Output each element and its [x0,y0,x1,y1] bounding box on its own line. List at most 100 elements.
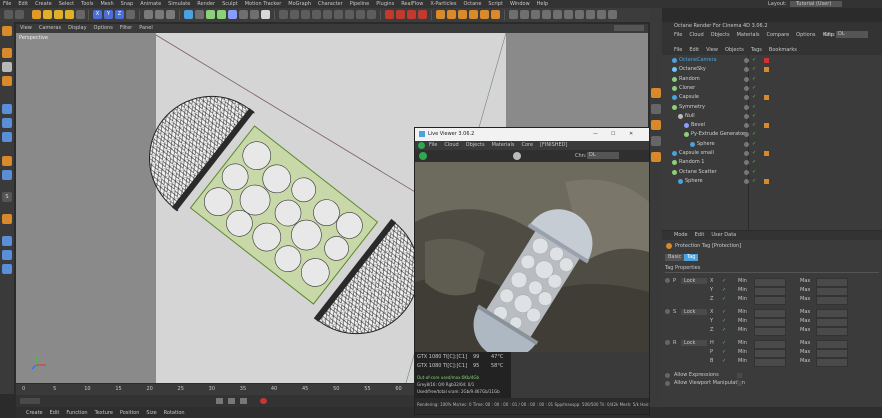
octane-menu-item-4[interactable]: Compare [766,31,789,39]
visibility-dot[interactable] [744,160,749,166]
cube-icon[interactable] [184,10,193,19]
realflow-icon[interactable] [436,10,445,19]
tool-icon[interactable] [597,10,606,19]
realflow-mesh-icon[interactable] [469,10,478,19]
polygons-mode-icon[interactable] [2,132,12,142]
object-tag-icon[interactable] [764,160,769,165]
tool-icon[interactable] [520,10,529,19]
object-name[interactable]: Octane Scatter [679,168,717,177]
main-menu-item-1[interactable]: Edit [18,0,28,8]
viewport-menu-item-3[interactable]: Options [94,24,113,32]
viewport-menu-item-0[interactable]: View [20,24,32,32]
octane-live-viewer-icon[interactable] [279,10,288,19]
max-field[interactable] [816,327,848,336]
snap-icon[interactable]: S [2,192,12,202]
object-name[interactable]: Capsule small [679,149,714,158]
octane-fog-icon[interactable] [367,10,376,19]
visibility-dot[interactable] [744,178,749,184]
octane-menu-item-3[interactable]: Materials [737,31,760,39]
live-viewer-menu-item-3[interactable]: Materials [492,141,515,149]
axis-check-icon[interactable]: ✓ [722,277,726,286]
object-row[interactable]: Cloner ✓ [666,84,881,93]
visibility-dot[interactable] [744,67,749,73]
octane-object-icon[interactable] [345,10,354,19]
enabled-check-icon[interactable]: ✓ [752,130,757,137]
tool-icon[interactable] [608,10,617,19]
object-tag-icon[interactable] [764,105,769,110]
xp-system-icon[interactable] [418,10,427,19]
lock-workplane-icon[interactable] [2,214,12,224]
realflow-daemon-icon[interactable] [480,10,489,19]
visibility-dot[interactable] [744,58,749,63]
attribute-menu-item-1[interactable]: Edit [695,231,705,239]
main-menu-item-13[interactable]: Character [318,0,343,8]
enabled-check-icon[interactable]: ✓ [752,56,757,63]
frame-field[interactable] [20,398,40,404]
checkbox-box[interactable] [737,381,742,386]
render-view-icon[interactable] [144,10,153,19]
enabled-check-icon[interactable]: ✓ [752,177,757,184]
main-menu-item-10[interactable]: Sculpt [222,0,238,8]
main-menu-item-19[interactable]: Script [488,0,503,8]
object-row[interactable]: Sphere ✓ [666,140,881,149]
object-row[interactable]: Random ✓ [666,75,881,84]
visibility-dot[interactable] [744,76,749,82]
redo-icon[interactable] [15,10,24,19]
recent-tools-icon[interactable] [76,10,85,19]
subdivision-icon[interactable] [206,10,215,19]
coord-system-icon[interactable] [126,10,135,19]
main-menu-item-21[interactable]: Help [537,0,548,8]
object-manager-menu-item-2[interactable]: View [706,46,718,54]
checkbox[interactable] [665,381,670,386]
octane-menu-item-0[interactable]: File [674,31,682,39]
axis-check-icon[interactable]: ✓ [722,286,726,295]
light-icon[interactable] [261,10,270,19]
xp-modifier-icon[interactable] [396,10,405,19]
close-button[interactable]: ✕ [629,131,633,137]
object-row[interactable]: OctaneCamera ✓ [666,56,881,65]
main-menu-item-2[interactable]: Create [35,0,52,8]
object-row[interactable]: Symmetry ✓ [666,103,881,112]
group-toggle[interactable] [665,340,670,345]
enabled-check-icon[interactable]: ✓ [752,112,757,119]
play-icon[interactable] [228,398,235,404]
tool-icon[interactable] [575,10,584,19]
viewport-menu-item-1[interactable]: Cameras [39,24,61,32]
tab-basic[interactable]: Basic [665,254,685,261]
pen-icon[interactable] [195,10,204,19]
render-picture-icon[interactable] [155,10,164,19]
checkbox[interactable] [665,373,670,378]
visibility-dot[interactable] [744,104,749,110]
checkbox-box[interactable] [737,373,742,378]
bottom-menu-item-2[interactable]: Function [66,409,87,417]
object-manager-menu-item-4[interactable]: Tags [751,46,762,54]
model-mode-icon[interactable] [2,48,12,58]
camera-icon[interactable] [250,10,259,19]
record-icon[interactable] [260,398,267,404]
main-menu-item-6[interactable]: Snap [121,0,134,8]
live-viewer-menu-item-1[interactable]: Cloud [444,141,458,149]
make-editable-icon[interactable] [2,26,12,36]
main-menu-item-0[interactable]: File [3,0,11,8]
octane-menu-item-5[interactable]: Options [796,31,815,39]
viewport-menu-item-2[interactable]: Display [68,24,86,32]
tool-icon[interactable] [564,10,573,19]
min-field[interactable] [754,296,786,305]
object-name[interactable]: Random [679,75,700,84]
layout-select[interactable]: Tutorial (User) [790,1,842,7]
axis-check-icon[interactable]: ✓ [722,326,726,335]
panel-tab-icon[interactable] [651,104,661,114]
move-icon[interactable] [43,10,52,19]
object-name[interactable]: Symmetry [679,103,705,112]
bottom-menu-item-3[interactable]: Texture [95,409,113,417]
y-axis-icon[interactable]: Y [104,10,113,19]
panel-tab-icon[interactable] [651,152,661,162]
viewport-nav-icons[interactable] [614,25,644,31]
group-toggle[interactable] [665,309,670,314]
goto-end-icon[interactable] [240,398,247,404]
max-field[interactable] [816,358,848,367]
object-tag-icon[interactable] [764,77,769,82]
main-menu-item-11[interactable]: Motion Tracker [245,0,282,8]
object-name[interactable]: Py-Extrude Generator [691,130,745,139]
object-tag-icon[interactable] [764,178,769,184]
